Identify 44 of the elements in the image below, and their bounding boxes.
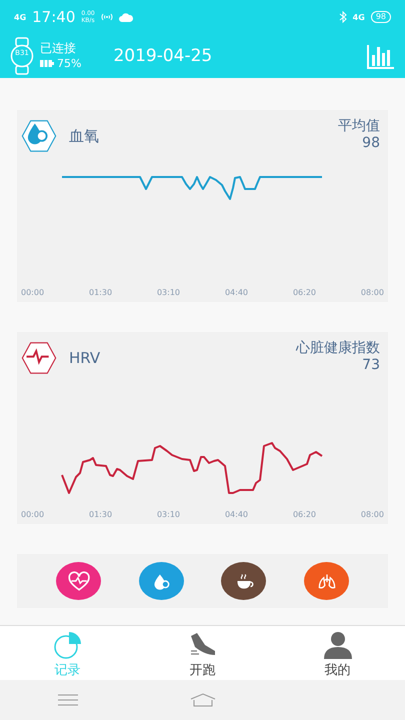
coffee-shortcut-button[interactable]: [221, 562, 266, 600]
axis-label: 04:40: [224, 510, 248, 519]
axis-label: 03:10: [156, 510, 180, 519]
connection-status: 已连接: [40, 41, 77, 56]
axis-label: 08:00: [360, 510, 384, 519]
battery-indicator: 98: [370, 11, 391, 23]
heart-shortcut-button[interactable]: [56, 562, 101, 600]
stat-label: 平均值: [338, 118, 380, 135]
axis-label: 01:30: [88, 288, 112, 297]
bluetooth-icon: [338, 11, 347, 23]
axis-label: 00:00: [21, 288, 44, 297]
axis-label: 03:10: [156, 288, 180, 297]
axis-label: 01:30: [88, 510, 112, 519]
person-icon: [322, 630, 354, 660]
stat-label: 心脏健康指数: [296, 340, 380, 357]
network-label: 4G: [14, 12, 26, 22]
card-title: HRV: [69, 349, 102, 367]
stat-value: 98: [362, 135, 380, 152]
pie-chart-icon: [52, 630, 84, 660]
menu-icon[interactable]: [58, 694, 78, 706]
oxygen-shortcut-button[interactable]: [138, 562, 184, 600]
home-icon[interactable]: [190, 693, 216, 707]
device-battery: 75%: [57, 56, 82, 71]
axis-label: 00:00: [21, 510, 44, 519]
stat-value: 73: [362, 357, 380, 374]
card-title: 血氧: [69, 127, 100, 146]
battery-icon: [40, 60, 54, 67]
cloud-icon: [118, 12, 133, 22]
heartbeat-icon: [21, 340, 57, 376]
lungs-shortcut-button[interactable]: [304, 562, 350, 600]
watch-icon[interactable]: [10, 37, 34, 75]
bar-chart-icon[interactable]: [367, 43, 395, 69]
tab[interactable]: 开跑: [135, 626, 270, 680]
heart-pulse-icon: [66, 569, 90, 593]
axis-label: 08:00: [360, 288, 384, 297]
droplet-icon: [21, 118, 57, 154]
tab[interactable]: 我的: [270, 626, 405, 680]
signal-waves-icon: [100, 13, 113, 21]
axis-label: 04:40: [224, 288, 248, 297]
date-label: 2019-04-25: [113, 46, 214, 66]
axis-label: 06:20: [292, 510, 316, 519]
axis-label: 06:20: [292, 288, 316, 297]
network-label: 4G: [352, 12, 365, 22]
clock-time: 17:40: [32, 8, 76, 26]
